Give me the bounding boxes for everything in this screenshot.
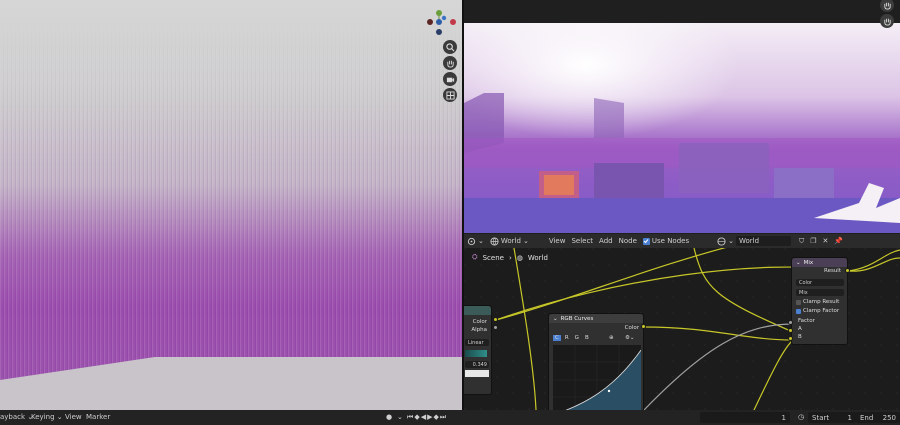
node-editor-header: ⌄ World ⌄ View Select Add Node Use Nodes… bbox=[464, 234, 900, 248]
start-label: Start bbox=[812, 413, 830, 422]
render-preview-image bbox=[464, 23, 900, 233]
clamp-factor-checkbox[interactable]: Clamp Factor bbox=[796, 308, 839, 314]
jump-end-icon[interactable]: ⏭ bbox=[440, 413, 447, 421]
checkmark-icon bbox=[796, 308, 801, 314]
end-value: 250 bbox=[882, 413, 896, 422]
clamp-factor-label: Clamp Factor bbox=[803, 308, 840, 314]
color-swatch[interactable] bbox=[465, 370, 489, 377]
socket-input-factor[interactable] bbox=[788, 320, 793, 325]
pin-icon[interactable]: 📌 bbox=[834, 237, 843, 245]
color-ramp-gradient[interactable] bbox=[465, 350, 487, 357]
auto-key-dropdown-icon[interactable]: ⌄ bbox=[397, 413, 403, 421]
tab-channel-c[interactable]: C bbox=[553, 335, 561, 341]
socket-label-result: Result bbox=[824, 268, 841, 274]
menu-view[interactable]: View bbox=[549, 237, 566, 245]
socket-input-a[interactable] bbox=[788, 328, 793, 333]
shader-type-dropdown[interactable]: World ⌄ bbox=[490, 236, 529, 246]
hand-pan-icon[interactable] bbox=[880, 14, 894, 28]
node-title: Mix bbox=[803, 259, 814, 266]
breadcrumb-world[interactable]: World bbox=[528, 254, 548, 262]
playback-controls: ⏮◆◀▶◆⏭ bbox=[407, 413, 447, 422]
chevron-down-icon: ⌄ bbox=[553, 315, 558, 322]
close-icon[interactable]: ✕ bbox=[823, 237, 829, 245]
world-datablock-name[interactable]: World bbox=[735, 236, 791, 246]
rgb-curves-node[interactable]: ⌄ RGB Curves Color C R G B ⊕ ⚙⌄ bbox=[548, 313, 644, 410]
socket-label-alpha: Alpha bbox=[471, 327, 487, 333]
chevron-down-icon: ⌄ bbox=[796, 259, 801, 266]
checkbox-icon bbox=[796, 299, 801, 305]
socket-label-a: A bbox=[798, 326, 802, 332]
breadcrumb-scene[interactable]: Scene bbox=[483, 254, 504, 262]
socket-input-b[interactable] bbox=[788, 336, 793, 341]
checkmark-icon bbox=[642, 237, 650, 245]
world-datablock-selector[interactable]: ⌄ World bbox=[717, 236, 791, 246]
chevron-down-icon: ⌄ bbox=[478, 237, 484, 245]
keying-menu[interactable]: Keying ⌄ bbox=[31, 413, 63, 421]
blend-mode-dropdown[interactable]: Mix bbox=[796, 289, 844, 296]
chevron-down-icon: ⌄ bbox=[728, 237, 734, 245]
socket-label-color: Color bbox=[472, 319, 487, 325]
3d-viewport[interactable] bbox=[0, 0, 462, 410]
hand-pan-icon[interactable] bbox=[443, 56, 457, 70]
start-value: 1 bbox=[847, 413, 852, 422]
menu-add[interactable]: Add bbox=[599, 237, 613, 245]
hdri-background bbox=[0, 0, 462, 410]
timeline-bar: ayback ⌄ Keying ⌄ View Marker ● ⌄ ⏮◆◀▶◆⏭… bbox=[0, 410, 900, 425]
channel-tabs: C R G B bbox=[553, 335, 591, 341]
end-frame-field[interactable]: End 250 bbox=[856, 412, 900, 423]
socket-output-color[interactable] bbox=[641, 324, 646, 329]
color-ramp-node[interactable]: Color Alpha Linear 0.349 bbox=[464, 305, 492, 395]
socket-output-color[interactable] bbox=[493, 317, 498, 322]
floor-plane bbox=[0, 357, 462, 410]
clamp-result-label: Clamp Result bbox=[803, 299, 840, 305]
chevron-right-icon: › bbox=[508, 253, 512, 262]
menu-select[interactable]: Select bbox=[571, 237, 593, 245]
socket-output-result[interactable] bbox=[845, 268, 850, 273]
duplicate-icon[interactable]: ❐ bbox=[810, 237, 816, 245]
socket-label-b: B bbox=[798, 334, 802, 340]
use-nodes-label: Use Nodes bbox=[651, 237, 690, 245]
end-label: End bbox=[860, 413, 874, 422]
world-icon bbox=[490, 236, 499, 246]
start-frame-field[interactable]: Start 1 bbox=[808, 412, 856, 423]
world-icon bbox=[717, 236, 726, 246]
position-field[interactable]: 0.349 bbox=[465, 361, 489, 368]
menu-node[interactable]: Node bbox=[619, 237, 637, 245]
curve-graph[interactable] bbox=[553, 345, 641, 410]
zoom-icon[interactable] bbox=[443, 40, 457, 54]
zoom-icon[interactable]: ⊕ bbox=[609, 335, 614, 341]
socket-label-color: Color bbox=[624, 325, 639, 331]
interpolation-dropdown[interactable]: Linear bbox=[465, 339, 489, 346]
tab-channel-g[interactable]: G bbox=[573, 335, 581, 341]
use-nodes-checkbox[interactable]: Use Nodes bbox=[642, 237, 690, 245]
menu-view[interactable]: View bbox=[65, 413, 82, 421]
fake-user-shield-icon[interactable]: ⛉ bbox=[799, 237, 804, 246]
tab-channel-b[interactable]: B bbox=[583, 335, 591, 341]
render-preview-area[interactable] bbox=[464, 0, 900, 234]
editor-type-dropdown[interactable]: ⌄ bbox=[467, 237, 484, 246]
hand-pan-icon[interactable] bbox=[880, 0, 894, 12]
chevron-down-icon: ⌄ bbox=[522, 237, 529, 245]
breadcrumb: ⛭ Scene › ◍ World bbox=[472, 253, 548, 262]
clamp-result-checkbox[interactable]: Clamp Result bbox=[796, 299, 839, 305]
clock-icon[interactable]: ◷ bbox=[798, 413, 804, 421]
current-frame-field[interactable]: 1 bbox=[700, 412, 790, 423]
grid-icon[interactable] bbox=[443, 88, 457, 102]
tab-channel-r[interactable]: R bbox=[563, 335, 571, 341]
menu-marker[interactable]: Marker bbox=[86, 413, 110, 421]
world-icon: ◍ bbox=[516, 253, 523, 262]
node-title: RGB Curves bbox=[560, 315, 594, 322]
settings-dropdown-icon[interactable]: ⚙⌄ bbox=[625, 335, 635, 341]
data-type-dropdown[interactable]: Color bbox=[796, 279, 844, 286]
socket-label-factor: Factor bbox=[798, 318, 815, 324]
camera-icon[interactable] bbox=[443, 72, 457, 86]
mix-node[interactable]: ⌄ Mix Result Color Mix Clamp Result Clam… bbox=[791, 257, 848, 345]
playback-menu[interactable]: ayback ⌄ bbox=[0, 413, 33, 421]
navigation-gizmo[interactable] bbox=[427, 8, 457, 38]
shader-type-label: World bbox=[500, 237, 521, 245]
socket-output-alpha[interactable] bbox=[493, 325, 498, 330]
scene-icon: ⛭ bbox=[472, 253, 478, 261]
record-icon[interactable]: ● bbox=[386, 413, 392, 421]
node-editor-canvas[interactable]: ⛭ Scene › ◍ World Color Alpha Linear 0.3… bbox=[464, 248, 900, 410]
